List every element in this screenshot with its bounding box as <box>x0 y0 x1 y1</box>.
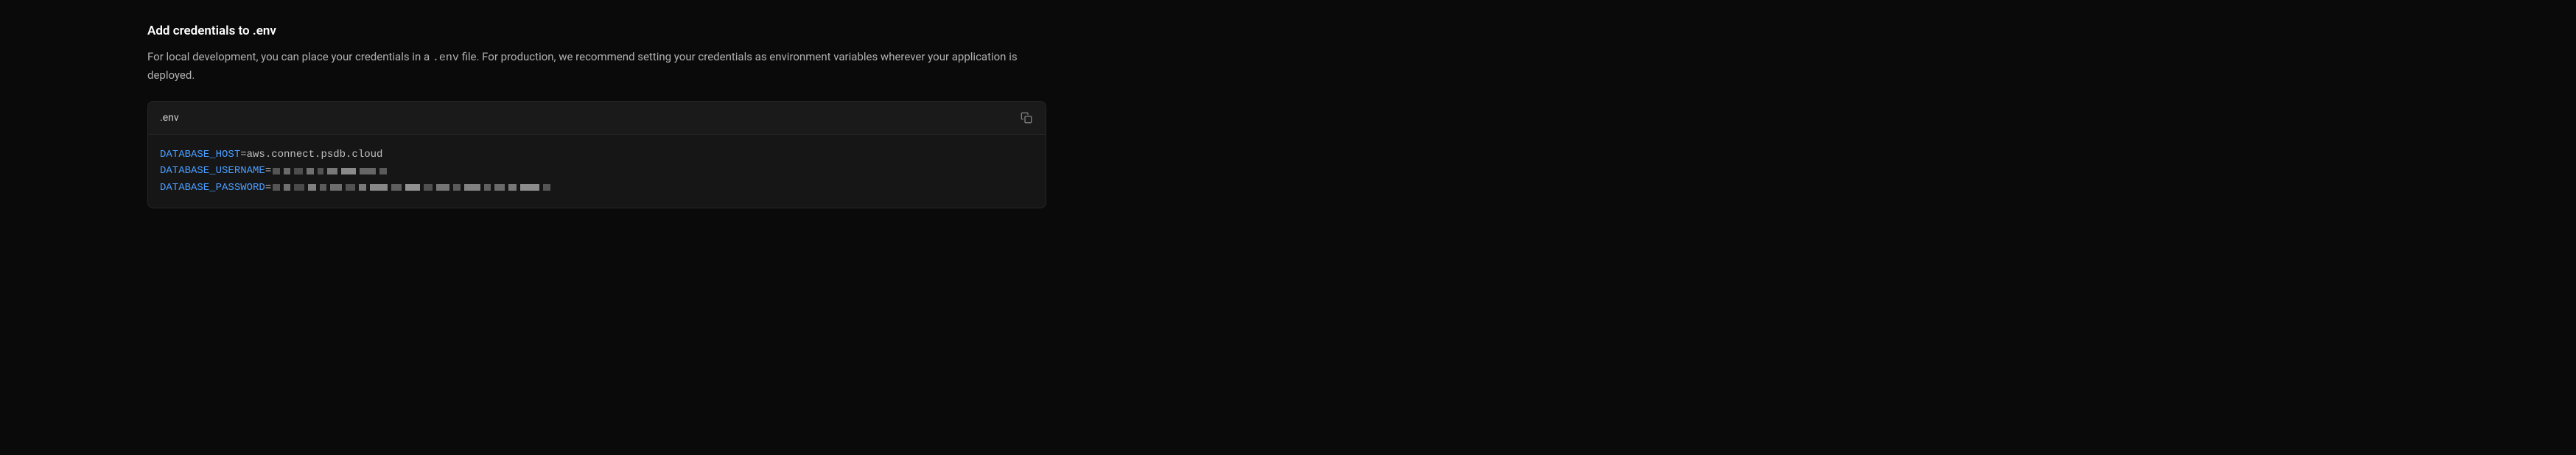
code-filename: .env <box>160 112 179 124</box>
masked-username <box>273 168 387 174</box>
copy-button[interactable] <box>1019 110 1034 125</box>
code-block: .env DATABASE_HOST=aws.connect.psdb.clou… <box>147 101 1046 208</box>
code-line-username: DATABASE_USERNAME= <box>160 163 1034 179</box>
section-title: Add credentials to .env <box>147 24 1046 38</box>
env-value-host: aws.connect.psdb.cloud <box>247 147 383 163</box>
description-text-1: For local development, you can place you… <box>147 50 433 63</box>
clipboard-icon <box>1021 112 1032 124</box>
env-equals: = <box>240 147 246 163</box>
inline-code-env: .env <box>433 52 459 64</box>
env-key-host: DATABASE_HOST <box>160 147 240 163</box>
env-key-password: DATABASE_PASSWORD <box>160 180 265 196</box>
code-line-password: DATABASE_PASSWORD= <box>160 180 1034 196</box>
env-equals: = <box>265 180 271 196</box>
credentials-section: Add credentials to .env For local develo… <box>147 24 1046 208</box>
env-key-username: DATABASE_USERNAME <box>160 163 265 179</box>
code-content: DATABASE_HOST=aws.connect.psdb.cloud DAT… <box>148 135 1046 208</box>
section-description: For local development, you can place you… <box>147 49 1046 83</box>
env-equals: = <box>265 163 271 179</box>
masked-password <box>273 184 550 191</box>
code-line-host: DATABASE_HOST=aws.connect.psdb.cloud <box>160 147 1034 163</box>
code-header: .env <box>148 102 1046 135</box>
